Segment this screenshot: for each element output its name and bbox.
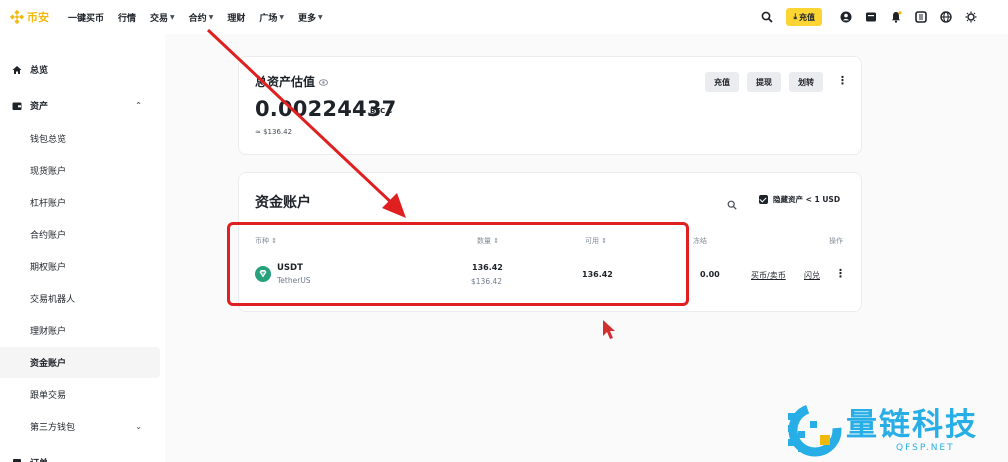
annotation-highlight-box: [227, 222, 689, 306]
annotation-arrow-line: [206, 28, 397, 208]
watermark-name: 量链科技: [846, 406, 978, 443]
mouse-cursor-icon: [603, 320, 615, 339]
watermark-logo-icon: [784, 401, 842, 459]
watermark-url: QFSP.NET: [896, 442, 955, 453]
watermark-text: 量链科技 QFSP.NET: [846, 407, 978, 453]
watermark: 量链科技 QFSP.NET: [784, 397, 1008, 462]
